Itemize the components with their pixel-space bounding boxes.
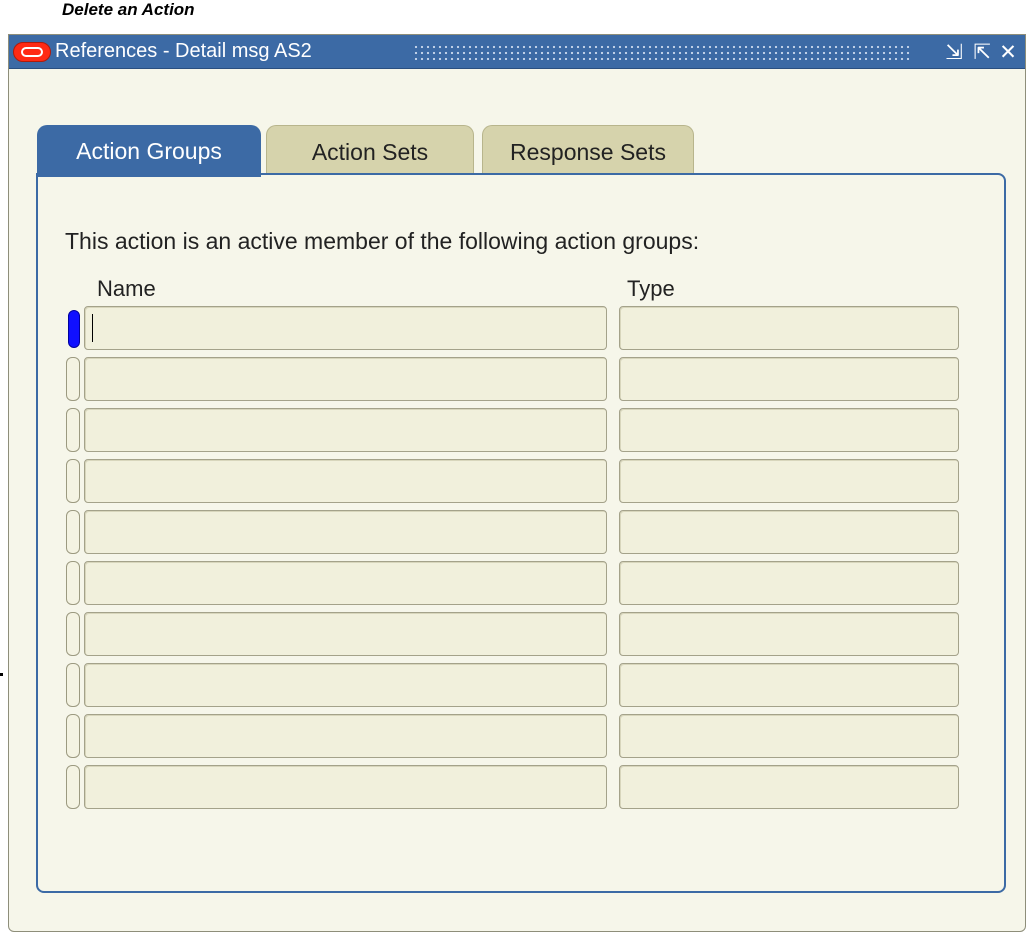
minimize-icon[interactable]: ⇲ <box>943 40 965 64</box>
type-field[interactable] <box>619 459 959 503</box>
record-indicator[interactable] <box>66 663 80 707</box>
record-indicator[interactable] <box>66 612 80 656</box>
title-bar-grip <box>413 44 911 60</box>
table-row <box>9 612 1025 658</box>
column-header-type: Type <box>627 276 675 301</box>
type-field[interactable] <box>619 357 959 401</box>
record-indicator[interactable] <box>66 714 80 758</box>
table-row <box>9 765 1025 811</box>
type-field[interactable] <box>619 510 959 554</box>
name-field[interactable] <box>84 612 607 656</box>
table-row <box>9 357 1025 403</box>
name-field[interactable] <box>84 408 607 452</box>
type-field[interactable] <box>619 408 959 452</box>
window-title: References - Detail msg AS2 <box>55 40 312 62</box>
record-indicator[interactable] <box>66 408 80 452</box>
table-row <box>9 714 1025 760</box>
table-row <box>9 408 1025 454</box>
name-field[interactable] <box>84 459 607 503</box>
column-header-name: Name <box>97 276 156 301</box>
type-field[interactable] <box>619 663 959 707</box>
page-caption: Delete an Action <box>62 0 195 19</box>
type-field[interactable] <box>619 306 959 350</box>
table-row <box>9 306 1025 352</box>
references-window: References - Detail msg AS2 ⇲ ⇱ ✕ Action… <box>8 34 1026 932</box>
record-indicator[interactable] <box>66 357 80 401</box>
type-field[interactable] <box>619 765 959 809</box>
table-row <box>9 561 1025 607</box>
panel-prompt: This action is an active member of the f… <box>65 228 700 254</box>
record-indicator[interactable] <box>66 459 80 503</box>
name-field[interactable] <box>84 357 607 401</box>
type-field[interactable] <box>619 612 959 656</box>
edge-mark <box>0 673 3 676</box>
tab-response-sets[interactable]: Response Sets <box>482 125 694 175</box>
table-row <box>9 663 1025 709</box>
oracle-logo-icon <box>13 42 51 62</box>
record-indicator[interactable] <box>66 765 80 809</box>
current-record-indicator[interactable] <box>68 310 80 348</box>
table-row <box>9 510 1025 556</box>
tab-action-sets[interactable]: Action Sets <box>266 125 474 175</box>
close-icon[interactable]: ✕ <box>997 40 1019 64</box>
title-bar[interactable]: References - Detail msg AS2 ⇲ ⇱ ✕ <box>9 35 1025 69</box>
name-field[interactable] <box>84 561 607 605</box>
type-field[interactable] <box>619 561 959 605</box>
name-field[interactable] <box>84 510 607 554</box>
name-field[interactable] <box>84 765 607 809</box>
table-row <box>9 459 1025 505</box>
tab-action-groups[interactable]: Action Groups <box>37 125 261 177</box>
record-indicator[interactable] <box>66 510 80 554</box>
type-field[interactable] <box>619 714 959 758</box>
name-field[interactable] <box>84 714 607 758</box>
maximize-icon[interactable]: ⇱ <box>971 40 993 64</box>
name-field[interactable] <box>84 306 607 350</box>
record-indicator[interactable] <box>66 561 80 605</box>
name-field[interactable] <box>84 663 607 707</box>
text-cursor <box>92 314 93 342</box>
